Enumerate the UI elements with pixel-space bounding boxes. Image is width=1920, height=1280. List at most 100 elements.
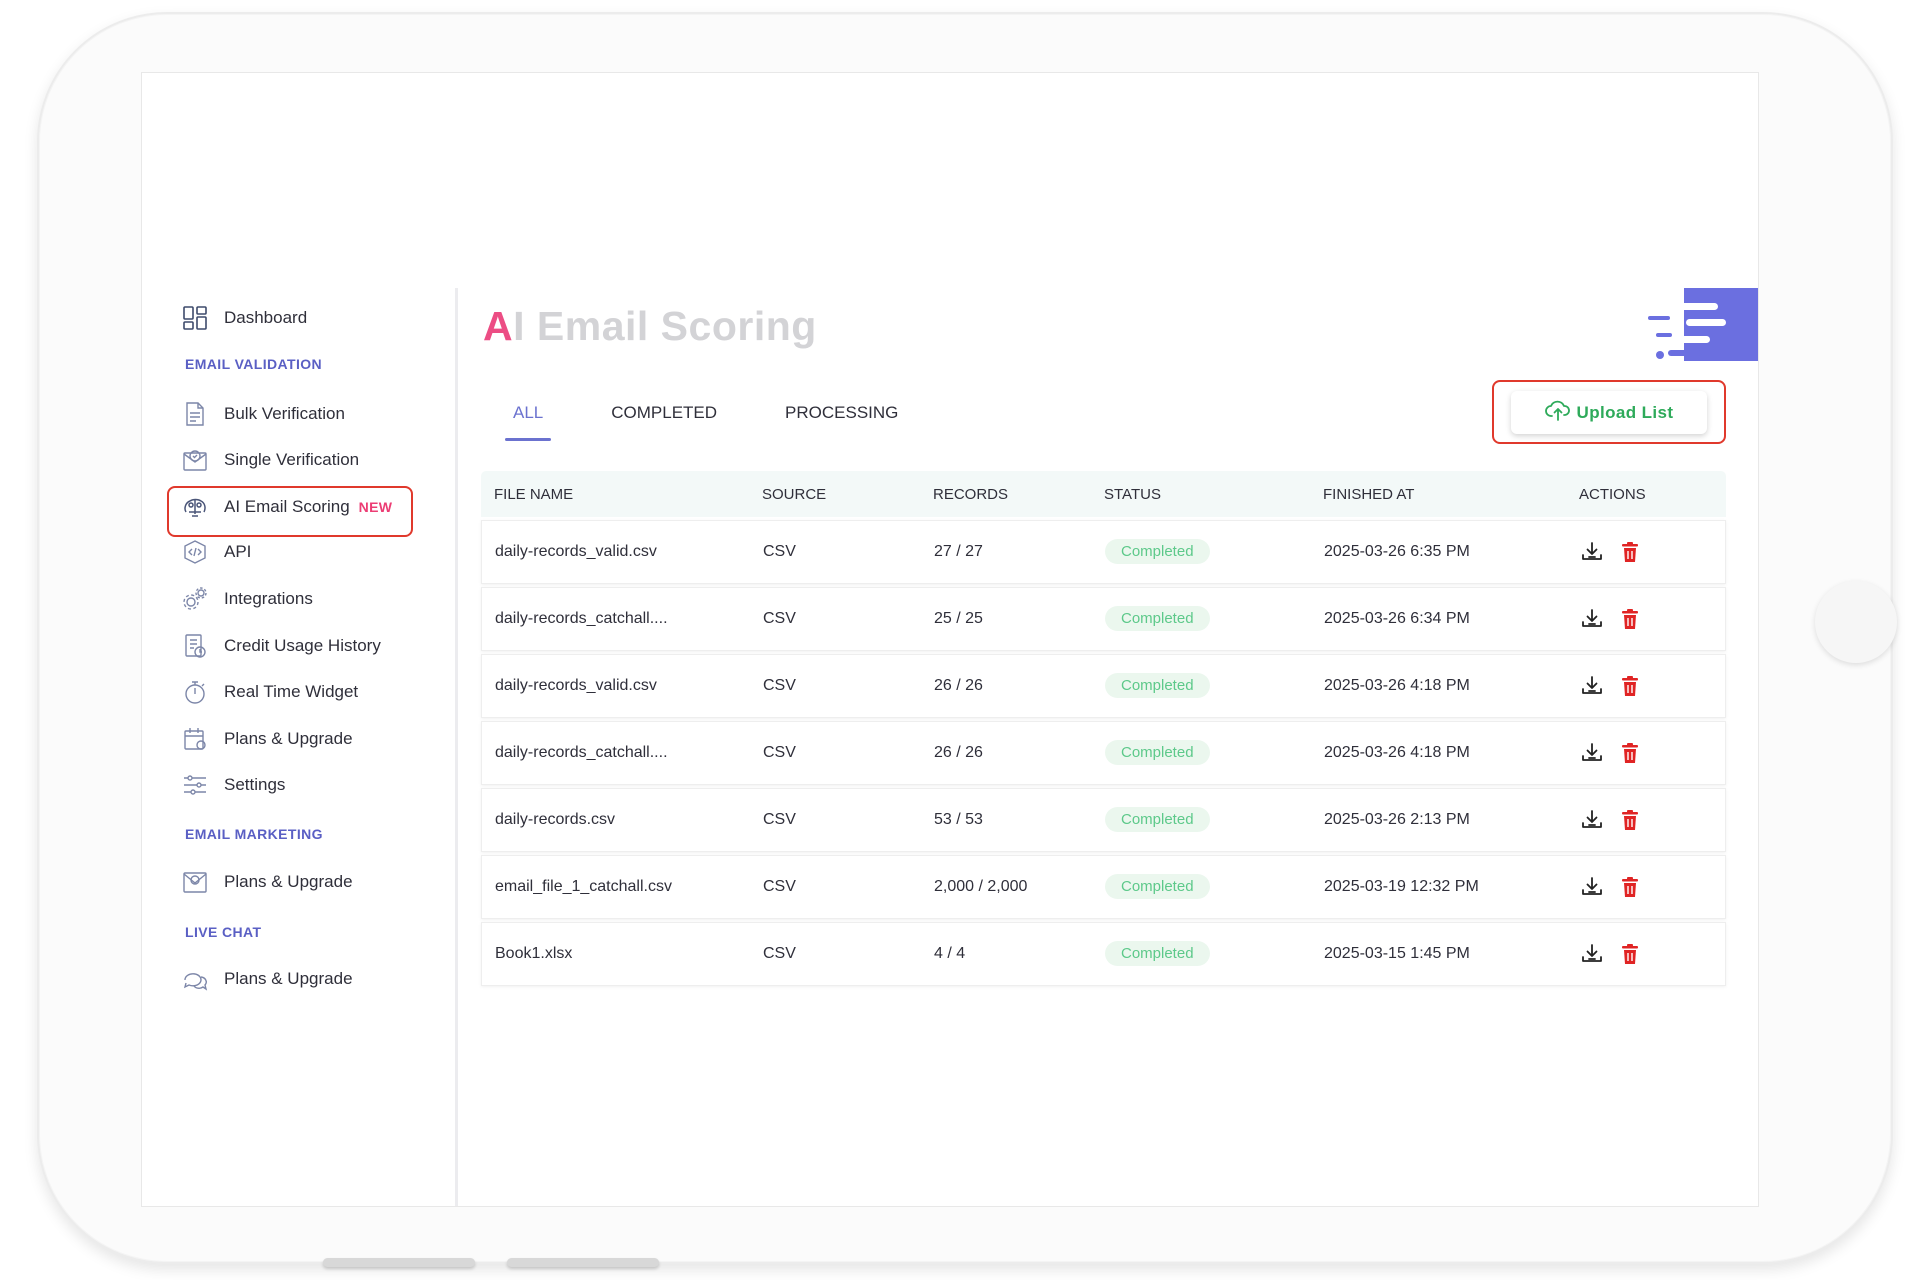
trash-icon[interactable]	[1618, 607, 1642, 631]
status-badge: Completed	[1105, 740, 1210, 765]
sidebar-item-chat-plans-upgrade[interactable]: Plans & Upgrade	[182, 964, 353, 994]
sidebar-item-marketing-plans-upgrade[interactable]: Plans & Upgrade	[182, 867, 353, 897]
table-body: daily-records_valid.csv CSV 27 / 27 Complet…	[481, 520, 1726, 986]
finished-at-cell: 2025-03-26 4:18 PM	[1324, 677, 1470, 694]
trash-icon[interactable]	[1618, 540, 1642, 564]
sidebar-item-label: Single Verification	[224, 450, 360, 469]
sidebar-item-label: AI Email Scoring	[224, 497, 350, 516]
trash-icon[interactable]	[1618, 808, 1642, 832]
cloud-upload-icon	[1544, 399, 1577, 426]
row-actions	[1580, 674, 1642, 698]
volume-button	[507, 1258, 659, 1267]
source-cell: CSV	[763, 945, 796, 962]
status-tabs: ALL COMPLETED PROCESSING	[505, 403, 958, 441]
brand-logo-icon	[1646, 288, 1758, 361]
header-records: RECORDS	[933, 485, 1009, 503]
sidebar-item-label: Plans & Upgrade	[224, 729, 353, 748]
sidebar-item-label: Plans & Upgrade	[224, 969, 353, 988]
download-icon[interactable]	[1580, 674, 1604, 698]
section-heading-live-chat: LIVE CHAT	[185, 924, 262, 940]
records-cell: 25 / 25	[934, 610, 983, 627]
credit-history-icon	[182, 633, 208, 659]
sidebar-item-real-time-widget[interactable]: Real Time Widget	[182, 677, 358, 707]
home-button	[1815, 581, 1897, 663]
header-actions: ACTIONS	[1579, 485, 1646, 503]
sidebar-item-label: Real Time Widget	[224, 682, 359, 701]
finished-at-cell: 2025-03-19 12:32 PM	[1324, 878, 1479, 895]
sidebar-item-integrations[interactable]: Integrations	[182, 584, 313, 614]
app-screen: Dashboard EMAIL VALIDATION Bulk Verifica…	[141, 72, 1759, 1207]
records-cell: 26 / 26	[934, 677, 983, 694]
header-file-name: FILE NAME	[494, 485, 574, 503]
download-icon[interactable]	[1580, 540, 1604, 564]
table-row: Book1.xlsx CSV 4 / 4 Completed 2025-03-15 1:…	[481, 922, 1726, 986]
header-status: STATUS	[1104, 485, 1161, 503]
sidebar-item-label: Settings	[224, 775, 286, 794]
records-cell: 53 / 53	[934, 811, 983, 828]
sidebar-item-api[interactable]: API	[182, 537, 251, 567]
status-badge: Completed	[1105, 673, 1210, 698]
upload-list-label: Upload List	[1576, 402, 1674, 422]
row-actions	[1580, 942, 1642, 966]
download-icon[interactable]	[1580, 808, 1604, 832]
sidebar-item-label: Bulk Verification	[224, 404, 345, 423]
header-finished-at: FINISHED AT	[1323, 485, 1415, 503]
file-name-cell: daily-records.csv	[495, 811, 616, 828]
file-name-cell: daily-records_catchall....	[495, 610, 668, 627]
records-cell: 4 / 4	[934, 945, 966, 962]
sidebar-item-ai-email-scoring[interactable]: AI Email Scoring NEW	[182, 492, 392, 522]
sidebar-item-settings[interactable]: Settings	[182, 770, 285, 800]
table-row: daily-records_catchall.... CSV 26 / 26 Comp…	[481, 721, 1726, 785]
chat-bubbles-icon	[182, 966, 208, 992]
finished-at-cell: 2025-03-26 6:34 PM	[1324, 610, 1470, 627]
finished-at-cell: 2025-03-15 1:45 PM	[1324, 945, 1470, 962]
api-code-icon	[182, 539, 208, 565]
records-cell: 26 / 26	[934, 744, 983, 761]
source-cell: CSV	[763, 610, 796, 627]
volume-button	[323, 1258, 475, 1267]
trash-icon[interactable]	[1618, 875, 1642, 899]
sidebar-item-label: Integrations	[224, 589, 313, 608]
download-icon[interactable]	[1580, 875, 1604, 899]
email-marketing-icon	[182, 869, 208, 895]
stopwatch-icon	[182, 679, 208, 705]
download-icon[interactable]	[1580, 741, 1604, 765]
upload-list-button[interactable]: Upload List	[1511, 391, 1707, 434]
trash-icon[interactable]	[1618, 942, 1642, 966]
row-actions	[1580, 875, 1642, 899]
source-cell: CSV	[763, 811, 796, 828]
status-badge: Completed	[1105, 941, 1210, 966]
source-cell: CSV	[763, 878, 796, 895]
tab-all[interactable]: ALL	[505, 403, 552, 441]
table-row: daily-records_valid.csv CSV 27 / 27 Complet…	[481, 520, 1726, 584]
envelope-check-icon	[182, 447, 208, 473]
sidebar-item-label: Plans & Upgrade	[224, 872, 353, 891]
section-heading-email-validation: EMAIL VALIDATION	[185, 356, 323, 372]
file-name-cell: email_file_1_catchall.csv	[495, 878, 672, 895]
file-name-cell: daily-records_valid.csv	[495, 677, 657, 694]
gears-icon	[182, 586, 208, 612]
sidebar-item-plans-upgrade[interactable]: Plans & Upgrade	[182, 724, 353, 754]
sidebar-item-single-verification[interactable]: Single Verification	[182, 445, 359, 475]
sidebar-item-label: API	[224, 542, 252, 561]
tab-completed[interactable]: COMPLETED	[603, 403, 725, 441]
trash-icon[interactable]	[1618, 674, 1642, 698]
section-heading-email-marketing: EMAIL MARKETING	[185, 826, 323, 842]
sliders-icon	[182, 772, 208, 798]
file-name-cell: daily-records_catchall....	[495, 744, 668, 761]
sidebar-item-dashboard[interactable]: Dashboard	[182, 303, 307, 333]
row-actions	[1580, 607, 1642, 631]
finished-at-cell: 2025-03-26 4:18 PM	[1324, 744, 1470, 761]
row-actions	[1580, 808, 1642, 832]
status-badge: Completed	[1105, 539, 1210, 564]
file-name-cell: Book1.xlsx	[495, 945, 573, 962]
status-badge: Completed	[1105, 807, 1210, 832]
sidebar-item-bulk-verification[interactable]: Bulk Verification	[182, 399, 345, 429]
download-icon[interactable]	[1580, 942, 1604, 966]
row-actions	[1580, 741, 1642, 765]
trash-icon[interactable]	[1618, 741, 1642, 765]
source-cell: CSV	[763, 543, 796, 560]
tab-processing[interactable]: PROCESSING	[777, 403, 906, 441]
sidebar-item-credit-usage-history[interactable]: Credit Usage History	[182, 631, 381, 661]
download-icon[interactable]	[1580, 607, 1604, 631]
